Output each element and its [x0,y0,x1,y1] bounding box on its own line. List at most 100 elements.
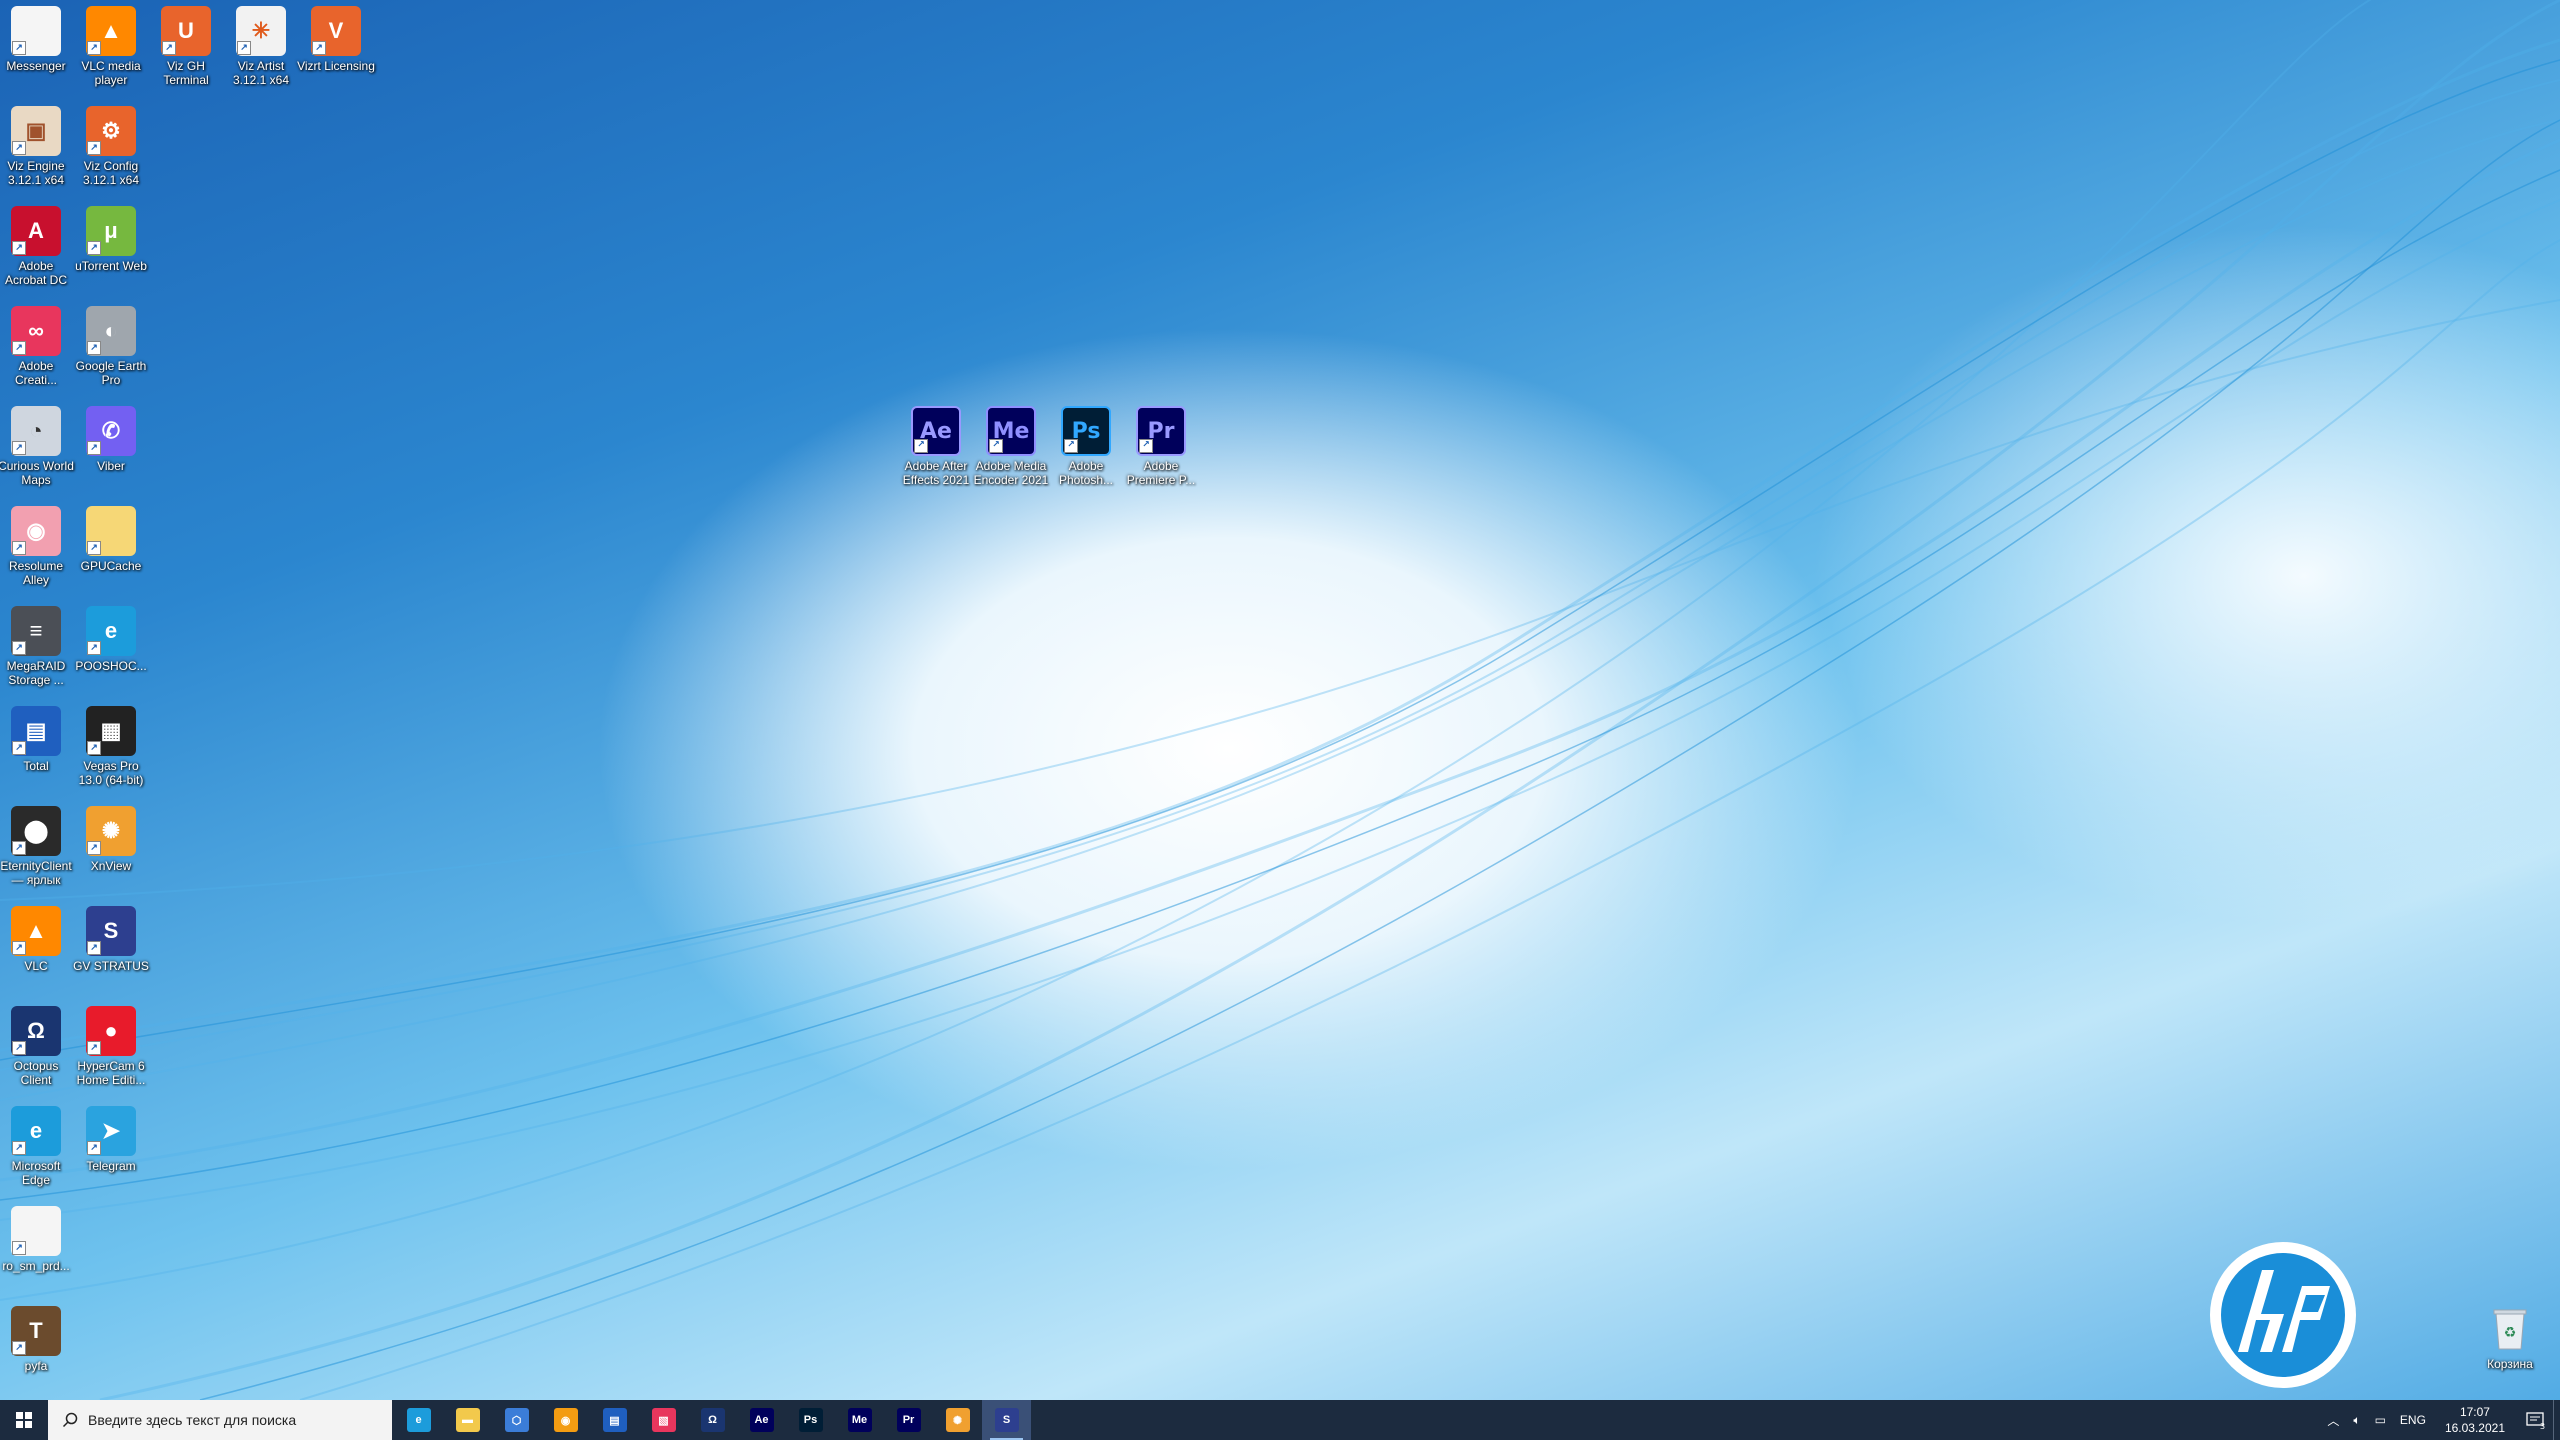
premiere-icon: Pr ↗ [1136,406,1186,456]
photos-icon: ▧ [651,1408,676,1432]
viber-icon: ✆ ↗ [86,406,136,456]
windows-logo-icon [16,1412,32,1428]
desktop-shortcut[interactable]: ▤ ↗ Total [0,706,72,773]
search-icon [62,1412,78,1428]
desktop-shortcut[interactable]: ▲ ↗ VLC media player [75,6,147,87]
desktop-shortcut[interactable]: ↗ ro_sm_prd... [0,1206,72,1273]
desktop-shortcut-label: Viber [97,459,125,473]
taskbar-app-media-encoder[interactable]: Me [835,1400,884,1440]
taskbar-app-premiere[interactable]: Pr [884,1400,933,1440]
desktop-shortcut[interactable]: U ↗ Viz GH Terminal [150,6,222,87]
taskbar: Введите здесь текст для поиска e ▬ ⬡ ◉ ▤ ▧ Ω Ae… [0,1400,2560,1440]
taskbar-app-edge[interactable]: e [394,1400,443,1440]
desktop-shortcut-label: VLC media player [81,59,141,87]
shortcut-arrow-icon: ↗ [87,541,101,555]
taskbar-app-gv-stratus[interactable]: S [982,1400,1031,1440]
desktop-shortcut[interactable]: Ω ↗ Octopus Client [0,1006,72,1087]
viz-engine-icon: ▣ ↗ [11,106,61,156]
clock[interactable]: 17:07 16.03.2021 [2445,1404,2505,1436]
shortcut-arrow-icon: ↗ [87,741,101,755]
desktop-shortcut[interactable]: ⚙ ↗ Viz Config 3.12.1 x64 [75,106,147,187]
taskbar-app-photoshop[interactable]: Ps [786,1400,835,1440]
after-effects-icon: Ae ↗ [911,406,961,456]
taskbar-app-network-tool[interactable]: ⬡ [492,1400,541,1440]
shortcut-arrow-icon: ↗ [87,841,101,855]
language-indicator[interactable]: ENG [2400,1413,2426,1427]
desktop-shortcut[interactable]: S ↗ GV STRATUS [73,906,149,973]
taskbar-app-pinned-app[interactable]: ◉ [541,1400,590,1440]
taskbar-search-box[interactable]: Введите здесь текст для поиска [48,1400,392,1440]
desktop-shortcut-label: Viz GH Terminal [163,59,209,87]
shortcut-arrow-icon: ↗ [12,441,26,455]
desktop-shortcut[interactable]: Me ↗ Adobe Media Encoder 2021 [974,406,1048,487]
taskbar-app-octopus[interactable]: Ω [688,1400,737,1440]
desktop-shortcut[interactable]: V ↗ Vizrt Licensing [297,6,375,73]
show-desktop-button[interactable] [2553,1400,2560,1440]
clock-time: 17:07 [2459,1405,2490,1419]
show-hidden-icons-chevron-icon[interactable]: ︿ [2327,1412,2339,1429]
action-center-button[interactable]: 3 [2517,1400,2553,1440]
wallpaper [0,0,2560,1400]
desktop-shortcut[interactable]: ✳ ↗ Viz Artist 3.12.1 x64 [225,6,297,87]
taskbar-app-file-explorer[interactable]: ▬ [443,1400,492,1440]
desktop-shortcut-label: VLC [24,959,48,973]
desktop-shortcut[interactable]: ◉ ↗ Resolume Alley [0,506,72,587]
desktop-shortcut-label: Messenger [6,59,66,73]
desktop-shortcut[interactable]: ⬤ ↗ EternityClient — ярлык [0,806,72,887]
desktop-shortcut[interactable]: ➤ ↗ Telegram [75,1106,147,1173]
search-placeholder: Введите здесь текст для поиска [88,1412,297,1428]
premiere-icon: Pr [896,1408,921,1432]
desktop-shortcut[interactable]: Ps ↗ Adobe Photosh... [1050,406,1122,487]
desktop-shortcut-label: EternityClient — ярлык [0,859,72,887]
desktop-shortcut-label: GPUCache [80,559,142,573]
desktop-shortcut[interactable]: ✆ ↗ Viber [75,406,147,473]
desktop-shortcut-label: ro_sm_prd... [2,1259,70,1273]
desktop-shortcut[interactable]: ↗ Messenger [0,6,72,73]
shortcut-arrow-icon: ↗ [162,41,176,55]
world-maps-icon: ◔ ↗ [11,406,61,456]
desktop-shortcut[interactable]: ▦ ↗ Vegas Pro 13.0 (64-bit) [75,706,147,787]
desktop-shortcut-label: Adobe Premiere P... [1126,459,1196,487]
network-icon[interactable]: ▭ [2375,1413,2386,1427]
shortcut-arrow-icon: ↗ [87,341,101,355]
desktop-shortcut[interactable]: A ↗ Adobe Acrobat DC [0,206,72,287]
desktop-shortcut[interactable]: e ↗ Microsoft Edge [0,1106,72,1187]
start-button[interactable] [0,1400,48,1440]
desktop-shortcut[interactable]: ● ↗ HyperCam 6 Home Editi... [75,1006,147,1087]
desktop-shortcut-label: POOSHOC... [75,659,147,673]
desktop-shortcut[interactable]: ▲ ↗ VLC [0,906,72,973]
taskbar-app-after-effects[interactable]: Ae [737,1400,786,1440]
eternity-icon: ⬤ ↗ [11,806,61,856]
desktop-shortcut[interactable]: Pr ↗ Adobe Premiere P... [1125,406,1197,487]
desktop-shortcut-label: Viz Engine 3.12.1 x64 [7,159,65,187]
orange-circle-icon: ◉ [553,1408,578,1432]
volume-icon[interactable]: 🔈︎ [2353,1413,2360,1428]
shortcut-arrow-icon: ↗ [12,941,26,955]
desktop-shortcut[interactable]: ◐ ↗ Google Earth Pro [75,306,147,387]
recycle-bin[interactable]: ♻ Корзина [2474,1304,2546,1371]
desktop-shortcut[interactable]: Ae ↗ Adobe After Effects 2021 [900,406,972,487]
taskbar-app-xnview[interactable]: ✺ [933,1400,982,1440]
desktop-shortcut[interactable]: ◔ ↗ Curious World Maps [0,406,74,487]
shortcut-arrow-icon: ↗ [12,841,26,855]
taskbar-app-photos[interactable]: ▧ [639,1400,688,1440]
octopus-icon: Ω ↗ [11,1006,61,1056]
taskbar-app-total[interactable]: ▤ [590,1400,639,1440]
vlc-cone-icon: ▲ ↗ [11,906,61,956]
desktop-shortcut[interactable]: T ↗ pyfa [0,1306,72,1373]
desktop-shortcut[interactable]: ↗ GPUCache [75,506,147,573]
desktop-shortcut[interactable]: ≡ ↗ MegaRAID Storage ... [0,606,72,687]
desktop-shortcut[interactable]: e ↗ POOSHOC... [75,606,147,673]
shortcut-arrow-icon: ↗ [1139,439,1153,453]
viz-artist-icon: ✳ ↗ [236,6,286,56]
desktop-shortcut[interactable]: μ ↗ uTorrent Web [75,206,147,273]
desktop-shortcut[interactable]: ✺ ↗ XnView [75,806,147,873]
document-icon: ↗ [11,1206,61,1256]
media-encoder-icon: Me ↗ [986,406,1036,456]
desktop-shortcut[interactable]: ▣ ↗ Viz Engine 3.12.1 x64 [0,106,72,187]
photoshop-icon: Ps ↗ [1061,406,1111,456]
google-earth-icon: ◐ ↗ [86,306,136,356]
desktop-shortcut-label: Resolume Alley [8,559,64,587]
desktop-shortcut[interactable]: ∞ ↗ Adobe Creati... [0,306,72,387]
desktop-shortcut-label: Google Earth Pro [75,359,147,387]
